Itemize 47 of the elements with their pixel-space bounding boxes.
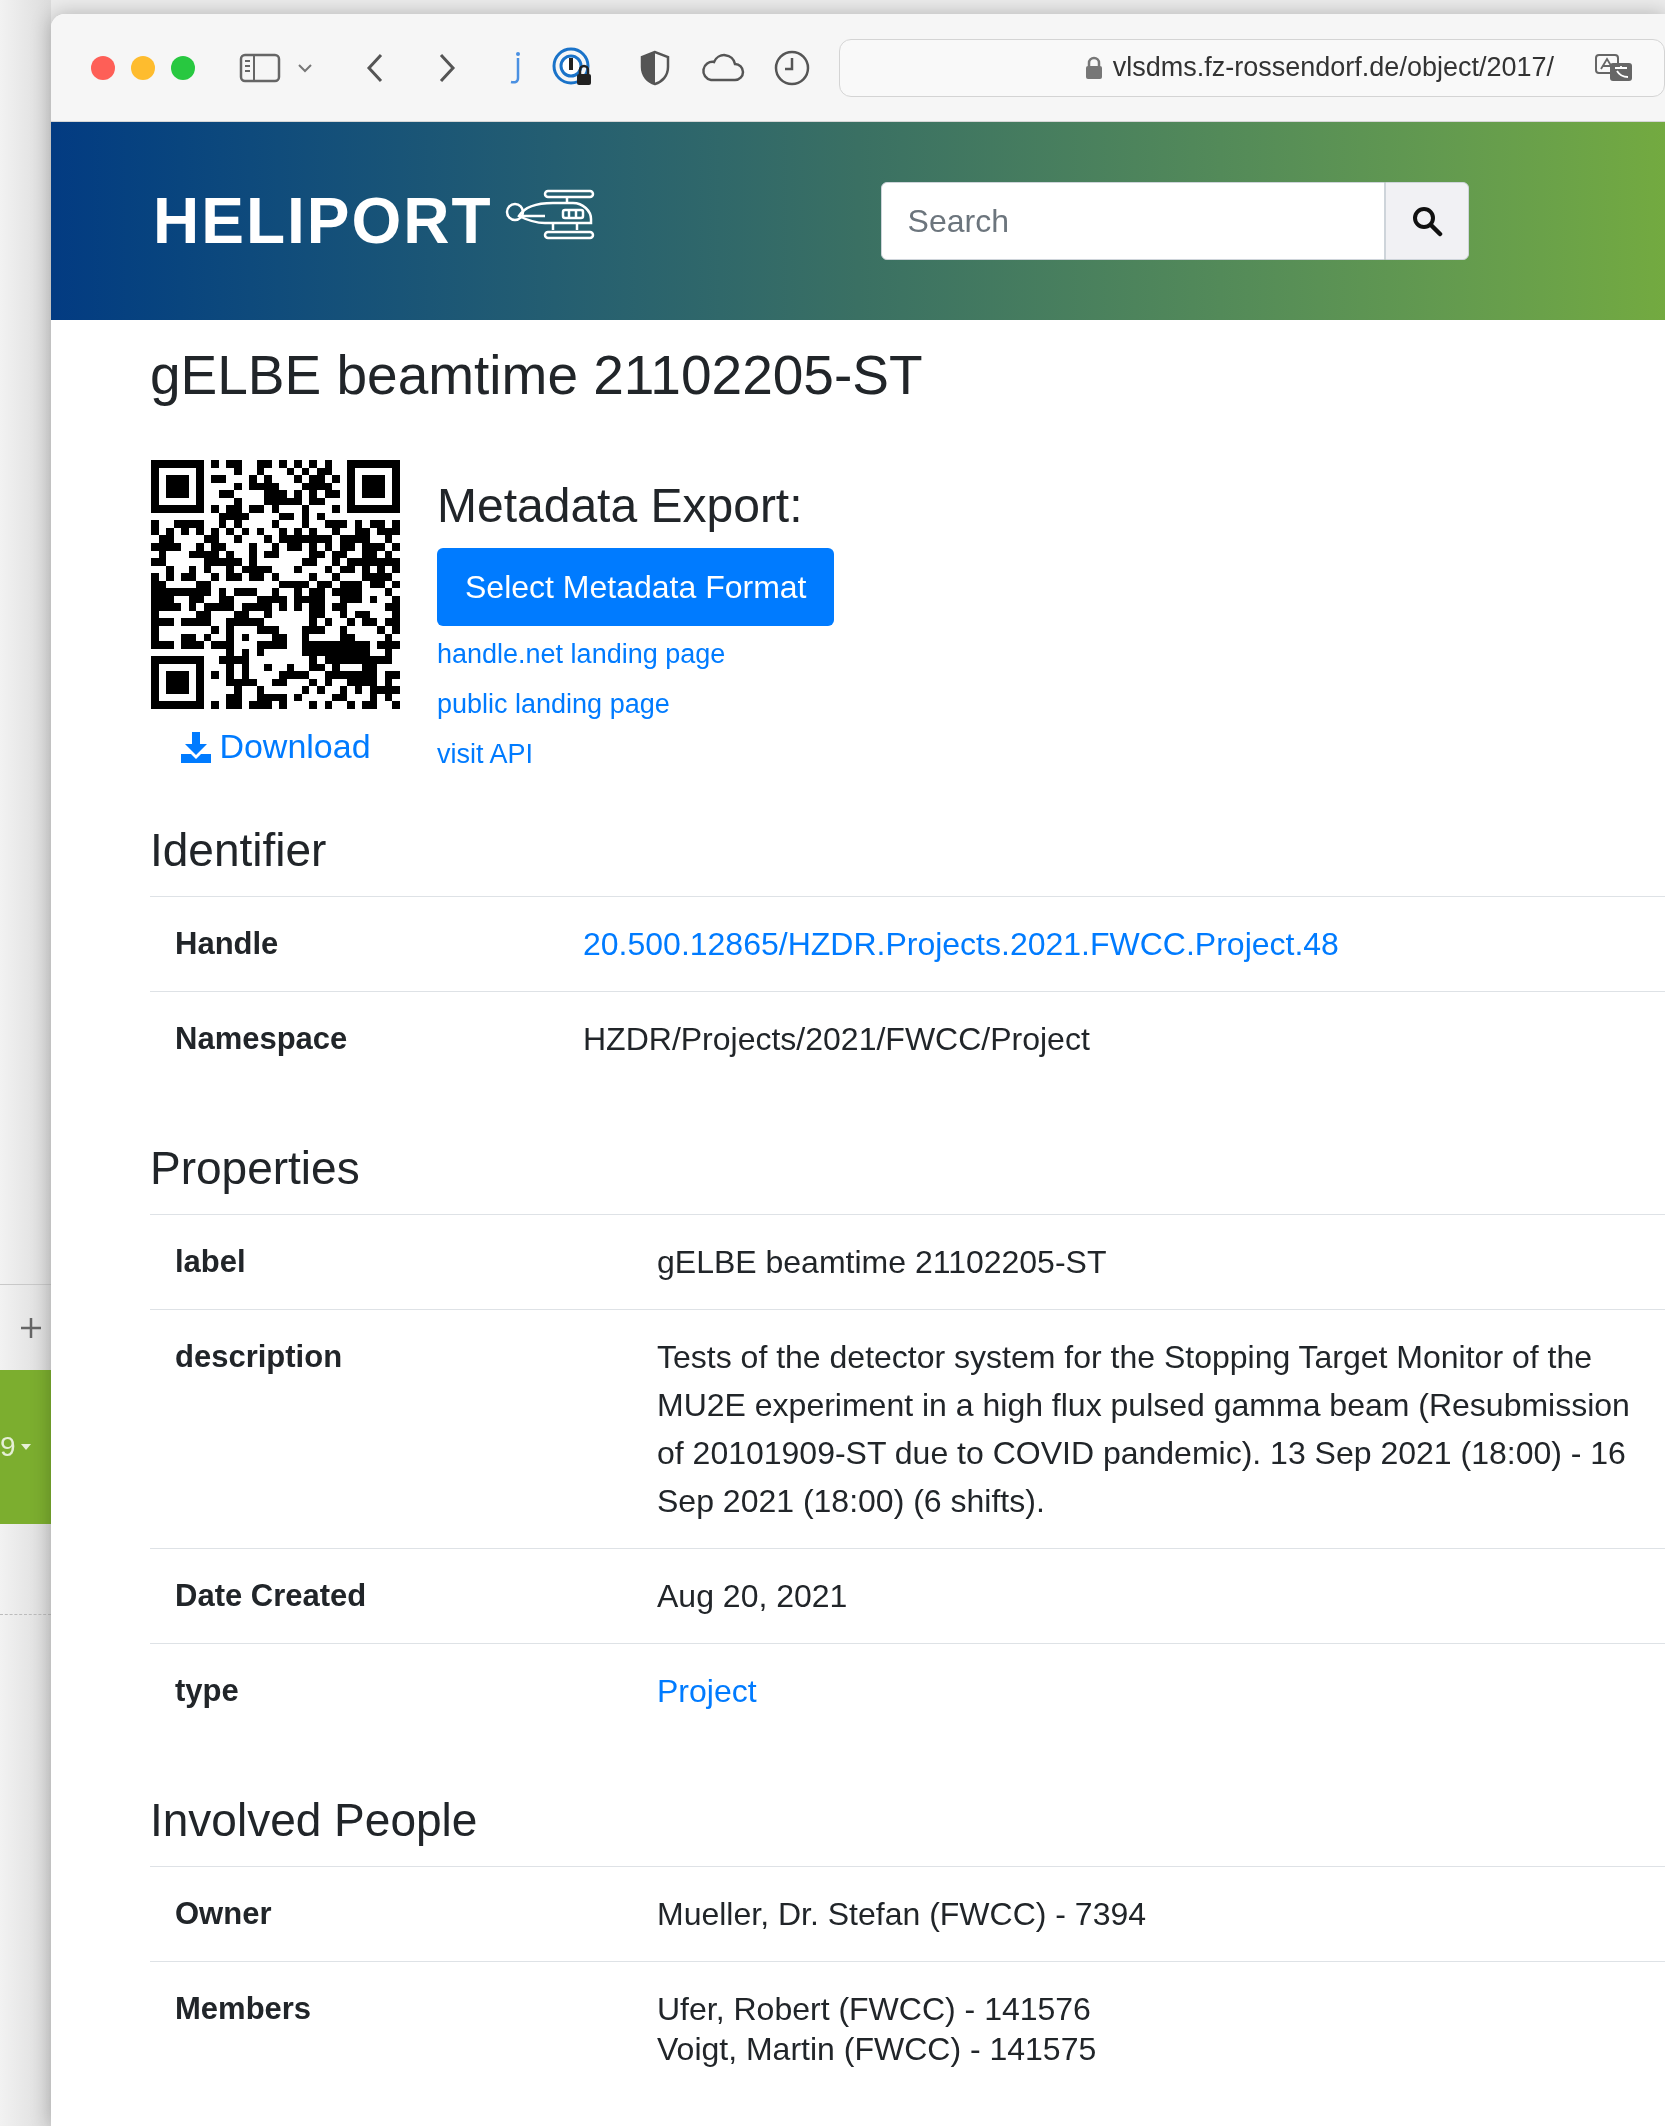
page-title: gELBE beamtime 21102205-ST xyxy=(150,343,924,408)
value-text: Ufer, Robert (FWCC) - 141576 xyxy=(657,1990,1092,2029)
close-window-button[interactable] xyxy=(91,55,115,80)
translate-icon[interactable] xyxy=(1594,52,1634,83)
download-link[interactable]: Download xyxy=(179,721,371,772)
section-heading: Properties xyxy=(150,1141,361,1196)
value-text: gELBE beamtime 21102205-ST xyxy=(657,1243,1108,1282)
row-label: description xyxy=(174,1338,344,1376)
text-link[interactable]: public landing page xyxy=(437,686,726,722)
address-bar[interactable]: vlsdms.fz-rossendorf.de/object/2017/ xyxy=(839,38,1665,97)
text-link[interactable]: visit API xyxy=(437,736,726,772)
row-label: Namespace xyxy=(174,1020,349,1058)
value-text: Voigt, Martin (FWCC) - 141575 xyxy=(657,2030,1098,2069)
value-text: Mueller, Dr. Stefan (FWCC) - 7394 xyxy=(657,1895,1148,1934)
text-link[interactable]: handle.net landing page xyxy=(437,636,726,672)
extension-icon[interactable] xyxy=(509,51,523,84)
row-label: Owner xyxy=(174,1895,273,1933)
lock-icon xyxy=(1084,55,1103,80)
url-text: vlsdms.fz-rossendorf.de/object/2017/ xyxy=(1112,51,1554,85)
section-heading: Involved People xyxy=(150,1793,479,1848)
panel-label: 9 xyxy=(0,1430,16,1464)
sidebar-icon[interactable] xyxy=(239,52,281,83)
row-label: label xyxy=(174,1243,247,1281)
row-label: type xyxy=(174,1672,240,1710)
value-text: Aug 20, 2021 xyxy=(657,1577,849,1616)
section-heading: Metadata Export: xyxy=(437,478,803,534)
value-text: HZDR/Projects/2021/FWCC/Project xyxy=(583,1020,1091,1059)
row-label: Handle xyxy=(174,925,280,963)
cloud-icon[interactable] xyxy=(699,52,745,83)
site-logo[interactable]: HELIPORT xyxy=(153,173,493,269)
value-text: Tests of the detector system for the Stopping Target Monitor of the MU2E experiment in a high flux pulsed gamma beam (Resubmission of 20101909-ST due to COVID pandemic). 13 Sep 2021 (18:00) - 16 Sep 2021 (18:00) (6 shifts). xyxy=(657,1338,1631,1521)
forward-icon[interactable] xyxy=(437,51,457,84)
back-icon[interactable] xyxy=(365,51,385,84)
search-icon xyxy=(1410,205,1443,237)
row-label: Members xyxy=(174,1990,313,2028)
clock-icon[interactable] xyxy=(773,48,811,87)
section-heading: Identifier xyxy=(150,823,328,878)
plus-icon[interactable] xyxy=(19,1315,43,1340)
search-button[interactable] xyxy=(1384,182,1469,260)
value-link[interactable]: Project xyxy=(657,1671,757,1711)
chevron-down-icon[interactable] xyxy=(297,62,313,73)
value-link[interactable]: 20.500.12865/HZDR.Projects.2021.FWCC.Project.48 xyxy=(583,924,1339,964)
shield-icon[interactable] xyxy=(639,49,671,86)
search-field[interactable]: Search xyxy=(880,182,1385,260)
row-label: Date Created xyxy=(174,1577,368,1615)
download-icon xyxy=(179,729,214,764)
select-format-button[interactable]: Select Metadata Format xyxy=(437,548,835,626)
